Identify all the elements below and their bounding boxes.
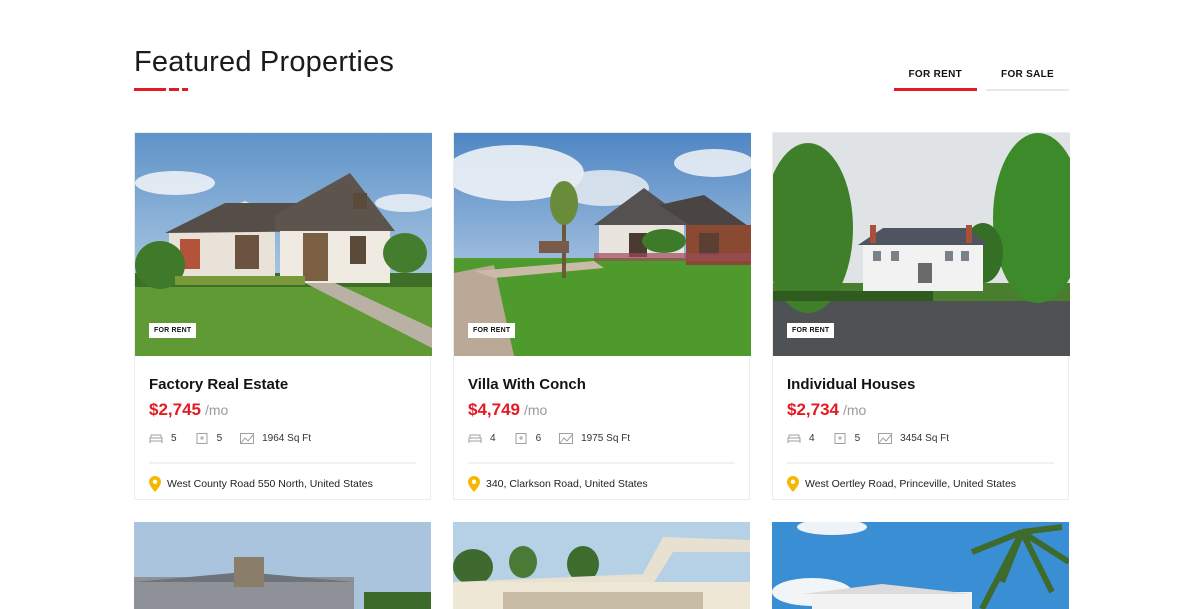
baths-count: 5 [216, 433, 223, 444]
address-text: West County Road 550 North, United State… [167, 478, 373, 490]
area-feature: 1964 Sq Ft [240, 433, 311, 444]
address-text: 340, Clarkson Road, United States [486, 478, 648, 490]
baths-count: 6 [535, 433, 542, 444]
location-pin-icon [787, 476, 799, 492]
title-underline [134, 88, 188, 91]
listing-badge: FOR RENT [149, 323, 197, 338]
card-divider [468, 462, 735, 464]
property-card[interactable]: FOR RENT Factory Real Estate $2,745 /mo … [134, 132, 432, 500]
property-features: 4 5 3454 Sq Ft [787, 433, 967, 444]
property-features: 4 6 1975 Sq Ft [468, 433, 648, 444]
property-title[interactable]: Individual Houses [787, 376, 915, 393]
price-period: /mo [524, 402, 548, 418]
property-address: 340, Clarkson Road, United States [468, 476, 648, 492]
beds-count: 4 [490, 433, 496, 444]
price-amount: $2,734 [787, 400, 839, 419]
beds-feature: 4 [468, 433, 496, 444]
baths-feature: 6 [514, 433, 542, 444]
area-feature: 1975 Sq Ft [559, 433, 630, 444]
property-title[interactable]: Factory Real Estate [149, 376, 288, 393]
area-icon [878, 433, 893, 444]
area-value: 3454 Sq Ft [900, 433, 950, 444]
area-feature: 3454 Sq Ft [878, 433, 949, 444]
featured-properties-section: Featured Properties FOR RENT FOR SALE FO… [0, 0, 1200, 609]
property-photo[interactable] [453, 522, 750, 609]
location-pin-icon [468, 476, 480, 492]
bath-icon [514, 433, 528, 444]
property-photo[interactable] [134, 522, 431, 609]
tab-for-rent[interactable]: FOR RENT [893, 64, 978, 91]
price: $2,745 /mo [149, 400, 228, 420]
location-pin-icon [149, 476, 161, 492]
baths-count: 5 [854, 433, 861, 444]
area-value: 1964 Sq Ft [262, 433, 312, 444]
card-divider [787, 462, 1054, 464]
property-address: West County Road 550 North, United State… [149, 476, 373, 492]
beds-count: 4 [809, 433, 815, 444]
bed-icon [149, 433, 163, 444]
area-value: 1975 Sq Ft [581, 433, 631, 444]
address-text: West Oertley Road, Princeville, United S… [805, 478, 1017, 490]
property-photo[interactable]: FOR RENT [454, 133, 751, 356]
beds-feature: 4 [787, 433, 815, 444]
beds-feature: 5 [149, 433, 177, 444]
property-title[interactable]: Villa With Conch [468, 376, 586, 393]
price: $4,749 /mo [468, 400, 547, 420]
baths-feature: 5 [833, 433, 861, 444]
listing-badge: FOR RENT [787, 323, 835, 338]
price-period: /mo [205, 402, 229, 418]
property-address: West Oertley Road, Princeville, United S… [787, 476, 1016, 492]
property-card[interactable]: FOR RENT Individual Houses $2,734 /mo 4 … [772, 132, 1070, 500]
beds-count: 5 [171, 433, 177, 444]
property-card[interactable]: FOR RENT Villa With Conch $4,749 /mo 4 6 [453, 132, 751, 500]
property-features: 5 5 1964 Sq Ft [149, 433, 329, 444]
baths-feature: 5 [195, 433, 223, 444]
listing-badge: FOR RENT [468, 323, 516, 338]
property-photo[interactable]: FOR RENT [135, 133, 432, 356]
area-icon [559, 433, 574, 444]
bath-icon [195, 433, 209, 444]
bed-icon [468, 433, 482, 444]
tab-for-sale[interactable]: FOR SALE [986, 64, 1069, 91]
property-photo[interactable] [772, 522, 1069, 609]
price-period: /mo [843, 402, 867, 418]
property-photo[interactable]: FOR RENT [773, 133, 1070, 356]
price-amount: $2,745 [149, 400, 201, 419]
price: $2,734 /mo [787, 400, 866, 420]
section-title: Featured Properties [134, 46, 395, 78]
area-icon [240, 433, 255, 444]
card-divider [149, 462, 416, 464]
bath-icon [833, 433, 847, 444]
bed-icon [787, 433, 801, 444]
listing-type-tabs: FOR RENT FOR SALE [893, 64, 1069, 91]
price-amount: $4,749 [468, 400, 520, 419]
